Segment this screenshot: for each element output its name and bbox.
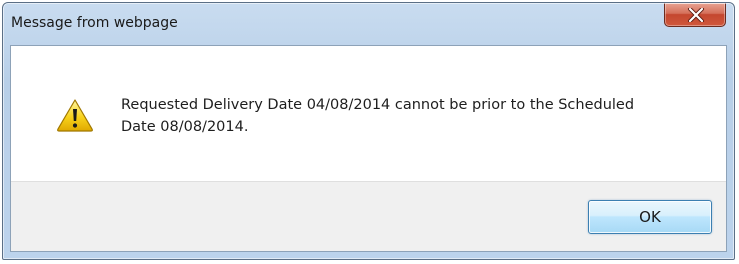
title-bar[interactable]: Message from webpage: [3, 3, 734, 43]
message-text: Requested Delivery Date 04/08/2014 canno…: [121, 97, 635, 135]
dialog-body: Requested Delivery Date 04/08/2014 canno…: [10, 45, 727, 252]
close-icon: [688, 8, 704, 22]
ok-button[interactable]: OK: [588, 200, 712, 234]
message-area: Requested Delivery Date 04/08/2014 canno…: [11, 46, 726, 181]
warning-icon: [57, 99, 93, 132]
message-dialog: Message from webpage Requested Delivery …: [2, 2, 735, 260]
dialog-title: Message from webpage: [11, 15, 178, 31]
close-button[interactable]: [664, 3, 726, 27]
button-bar: OK: [11, 181, 726, 251]
